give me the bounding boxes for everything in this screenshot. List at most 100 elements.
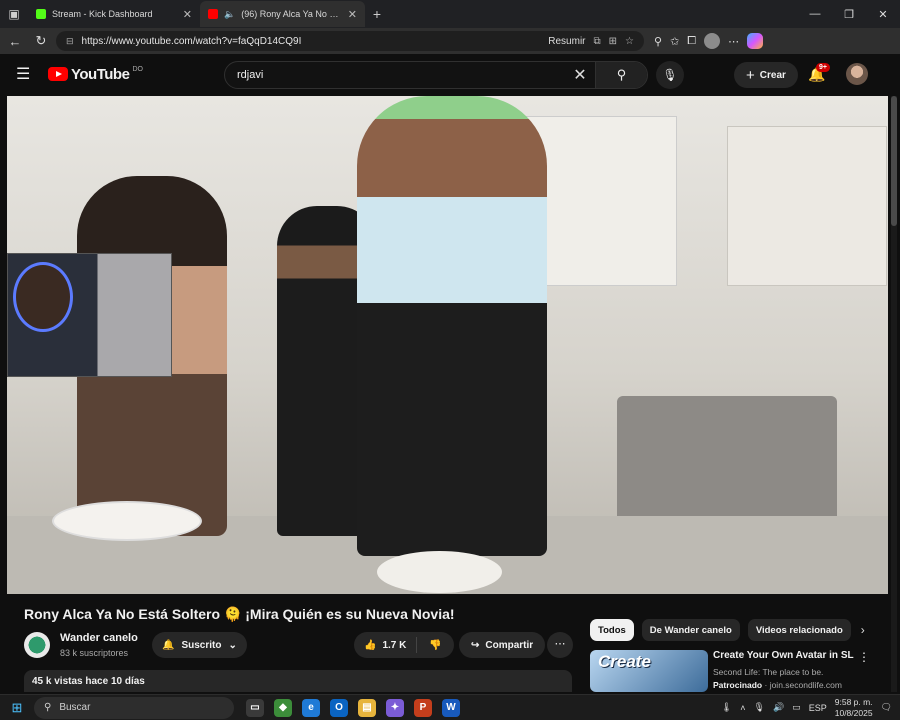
minimize-icon[interactable]: — [798, 8, 832, 21]
ad-thumbnail[interactable]: Create [590, 650, 708, 692]
ad-more-options-icon[interactable]: ⋮ [858, 650, 870, 664]
volume-icon[interactable]: 🔊 [773, 702, 784, 713]
ad-subtitle: Second Life: The place to be. [713, 667, 824, 677]
related-filter-chips: Todos De Wander canelo Videos relacionad… [590, 619, 865, 641]
tab-kick-dashboard[interactable]: Stream - Kick Dashboard ✕ [28, 1, 200, 27]
dislike-button[interactable]: 👎 [417, 640, 453, 651]
chevron-right-icon[interactable]: › [861, 623, 865, 637]
notifications-badge: 9+ [816, 63, 830, 72]
create-label: Crear [759, 69, 786, 81]
file-explorer-icon[interactable]: ▤ [358, 698, 376, 717]
site-info-icon[interactable]: ⊟ [66, 36, 74, 47]
more-options-icon[interactable]: ⋯ [728, 35, 739, 48]
subscribed-button[interactable]: 🔔 Suscrito ⌄ [152, 632, 247, 658]
browser-tab-bar: ▣ Stream - Kick Dashboard ✕ 🔈 (96) Rony … [0, 0, 900, 28]
chip-related[interactable]: Videos relacionado [747, 619, 851, 641]
close-window-icon[interactable]: ✕ [866, 8, 900, 21]
word-icon[interactable]: W [442, 698, 460, 717]
tab-actions-icon[interactable]: ▣ [0, 0, 28, 28]
hamburger-menu-icon[interactable]: ☰ [16, 64, 44, 84]
outlook-icon[interactable]: O [330, 698, 348, 717]
extensions-icon[interactable]: ⚲ [654, 35, 662, 48]
create-button[interactable]: + Crear [734, 62, 798, 88]
collections-icon[interactable]: ⧠ [687, 35, 696, 48]
copilot-app-icon[interactable]: ✦ [386, 698, 404, 717]
video-frame-person [357, 96, 547, 556]
video-frame-hood [727, 126, 887, 286]
thumbs-up-icon: 👍 [364, 639, 377, 651]
resumir-button[interactable]: Resumir [548, 36, 585, 47]
account-avatar[interactable] [846, 63, 868, 85]
maximize-icon[interactable]: ❐ [832, 8, 866, 21]
page-scrollbar[interactable] [891, 96, 897, 692]
like-count: 1.7 K [382, 639, 407, 651]
taskbar-search[interactable]: ⚲ Buscar [34, 696, 234, 719]
favorite-star-icon[interactable]: ☆ [625, 36, 634, 47]
like-dislike-group: 👍 1.7 K 👎 [354, 632, 454, 658]
video-player[interactable] [7, 96, 888, 594]
youtube-play-icon [48, 67, 68, 81]
windows-start-icon[interactable]: ⊞ [0, 700, 34, 716]
voice-search-icon[interactable]: 🎙 [656, 61, 684, 89]
network-icon[interactable]: ▭ [792, 702, 801, 713]
favorites-icon[interactable]: ✩ [670, 35, 679, 48]
reader-icon[interactable]: ⧉ [594, 36, 601, 47]
edge-icon[interactable]: e [302, 698, 320, 717]
subscribed-label: Suscrito [181, 639, 222, 651]
chevron-up-icon[interactable]: ˄ [740, 703, 745, 713]
tab-label: Stream - Kick Dashboard [52, 9, 153, 19]
channel-name[interactable]: Wander canelo [60, 632, 138, 644]
clock[interactable]: 9:58 p. m. 10/8/2025 [835, 697, 873, 719]
system-tray: 🌡 ˄ 🎙 🔊 ▭ ESP 9:58 p. m. 10/8/2025 🗨 [721, 697, 900, 719]
notification-center-icon[interactable]: 🗨 [881, 702, 892, 713]
video-frame-plate [377, 551, 502, 593]
ad-domain[interactable]: join.secondlife.com [770, 680, 842, 690]
close-tab-icon[interactable]: ✕ [348, 8, 357, 21]
ad-sponsored-line: Patrocinado · join.secondlife.com [713, 680, 842, 690]
windows-taskbar: ⊞ ⚲ Buscar ▭ ◆ e O ▤ ✦ P W 🌡 ˄ 🎙 🔊 ▭ ESP… [0, 694, 900, 720]
clear-search-icon[interactable]: ✕ [565, 65, 595, 85]
refresh-icon[interactable]: ↻ [30, 33, 52, 49]
share-icon: ↪ [471, 639, 480, 651]
search-icon: ⚲ [44, 702, 52, 713]
youtube-favicon-icon [208, 9, 218, 19]
plus-icon: + [746, 66, 755, 84]
mic-tray-icon[interactable]: 🎙 [754, 702, 765, 713]
new-tab-button[interactable]: + [365, 6, 389, 22]
extension-icon[interactable]: ⊞ [609, 36, 617, 47]
task-view-icon[interactable]: ▭ [246, 698, 264, 717]
view-count: 45 k vistas [32, 676, 83, 687]
chevron-down-icon: ⌄ [228, 639, 237, 651]
ad-title[interactable]: Create Your Own Avatar in SL [713, 650, 854, 661]
window-controls: — ❐ ✕ [798, 8, 900, 21]
chip-todos[interactable]: Todos [590, 619, 634, 641]
youtube-logo[interactable]: YouTube DO [48, 66, 143, 83]
copilot-icon[interactable] [747, 33, 764, 49]
scrollbar-thumb[interactable] [891, 96, 897, 226]
description-box[interactable]: 45 k vistas hace 10 días [24, 670, 572, 692]
back-icon[interactable]: ← [4, 34, 26, 49]
chip-channel[interactable]: De Wander canelo [641, 619, 740, 641]
url-field[interactable]: ⊟ https://www.youtube.com/watch?v=faQqD1… [56, 31, 644, 51]
clock-time: 9:58 p. m. [834, 696, 873, 707]
language-indicator[interactable]: ESP [809, 703, 827, 713]
thumbs-down-icon: 👎 [429, 639, 442, 651]
share-button[interactable]: ↪ Compartir [459, 632, 546, 658]
tab-youtube-video[interactable]: 🔈 (96) Rony Alca Ya No Está Sol ✕ [200, 1, 365, 27]
close-tab-icon[interactable]: ✕ [183, 8, 192, 21]
app-icon[interactable]: ◆ [274, 698, 292, 717]
speaker-icon[interactable]: 🔈 [224, 9, 235, 20]
channel-avatar[interactable] [24, 632, 50, 658]
search-button[interactable]: ⚲ [595, 62, 647, 88]
youtube-header: ☰ YouTube DO rdjavi ✕ ⚲ 🎙 + Crear 🔔 9+ [0, 54, 900, 94]
powerpoint-icon[interactable]: P [414, 698, 432, 717]
search-input[interactable]: rdjavi [225, 69, 565, 81]
profile-avatar[interactable] [704, 33, 721, 49]
webcam-overlay [7, 253, 172, 377]
logo-text: YouTube [71, 65, 130, 83]
like-button[interactable]: 👍 1.7 K [354, 637, 418, 653]
more-actions-button[interactable]: ⋯ [547, 632, 573, 658]
tab-label: (96) Rony Alca Ya No Está Sol [241, 9, 342, 19]
thermometer-icon[interactable]: 🌡 [721, 702, 732, 713]
video-title: Rony Alca Ya No Está Soltero 🫠 ¡Mira Qui… [24, 606, 455, 622]
